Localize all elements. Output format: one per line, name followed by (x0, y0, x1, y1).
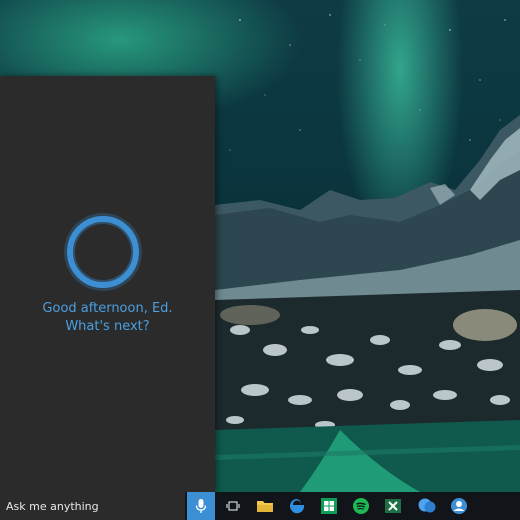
search-box[interactable]: Ask me anything (0, 492, 185, 520)
store-icon (321, 498, 337, 514)
user-account-button[interactable] (444, 492, 474, 520)
cortana-panel: Good afternoon, Ed. What's next? (0, 76, 215, 492)
microphone-button[interactable] (187, 492, 215, 520)
excel-icon (385, 499, 401, 513)
chat-button[interactable] (412, 492, 442, 520)
excel-button[interactable] (378, 492, 408, 520)
microphone-icon (195, 499, 207, 513)
chat-icon (418, 498, 436, 513)
cortana-ring-icon[interactable] (67, 216, 139, 288)
search-placeholder: Ask me anything (6, 499, 99, 513)
spotify-button[interactable] (346, 492, 376, 520)
taskbar: Ask me anything (0, 492, 520, 520)
file-explorer-icon (257, 501, 273, 512)
task-view-button[interactable] (218, 492, 248, 520)
file-explorer-button[interactable] (250, 492, 280, 520)
cortana-prompt: What's next? (65, 319, 150, 334)
task-view-icon (226, 501, 240, 511)
user-account-icon (451, 498, 467, 514)
store-button[interactable] (314, 492, 344, 520)
cortana-greeting: Good afternoon, Ed. (42, 301, 173, 316)
edge-browser-button[interactable] (282, 492, 312, 520)
spotify-icon (353, 498, 369, 514)
edge-browser-icon (290, 499, 304, 514)
